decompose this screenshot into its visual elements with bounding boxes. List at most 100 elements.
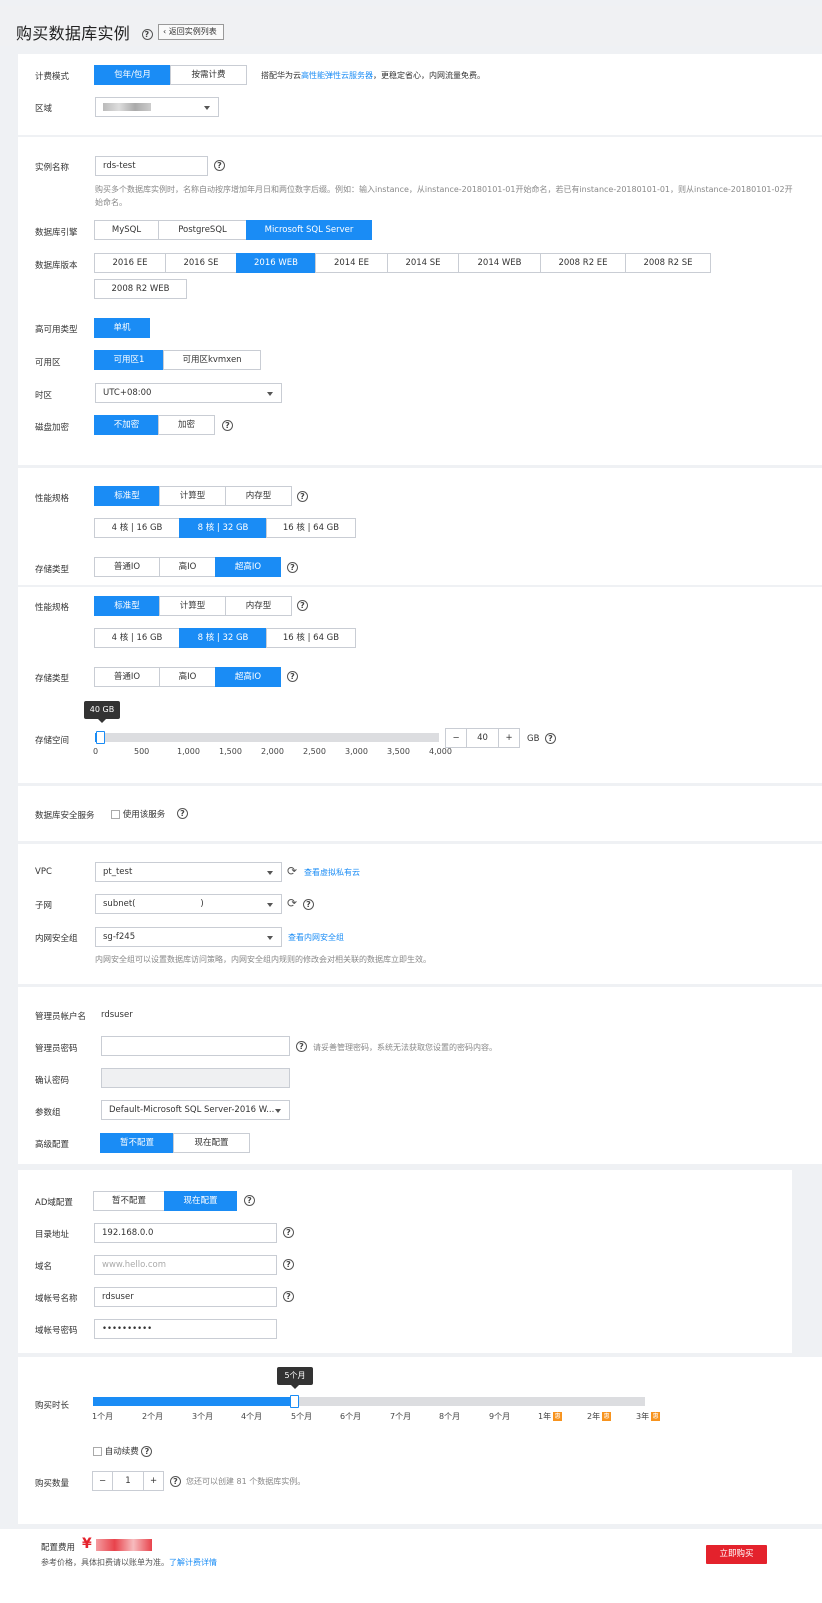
security-option[interactable]: 使用该服务	[111, 808, 165, 820]
storage-help-icon[interactable]: ?	[545, 733, 556, 744]
version-option[interactable]: 2008 R2 SE	[625, 253, 711, 273]
directory-input[interactable]: 192.168.0.0	[94, 1223, 277, 1243]
ha-option-single[interactable]: 单机	[94, 318, 150, 338]
version-option[interactable]: 2016 WEB	[236, 253, 316, 273]
ad-option-skip[interactable]: 暂不配置	[93, 1191, 165, 1211]
vpc-select[interactable]: pt_test	[95, 862, 282, 882]
quantity-increment-button[interactable]: +	[143, 1471, 164, 1491]
advanced-option-skip[interactable]: 暂不配置	[100, 1133, 174, 1153]
auto-renew-option[interactable]: 自动续费 ?	[93, 1445, 153, 1457]
az-option-1[interactable]: 可用区1	[94, 350, 164, 370]
password-input[interactable]	[101, 1036, 290, 1056]
storage-slider-handle[interactable]	[96, 731, 105, 744]
spec-size-option[interactable]: 8 核 | 32 GB	[179, 628, 267, 648]
version-option[interactable]: 2008 R2 WEB	[94, 279, 187, 299]
password-help-icon[interactable]: ?	[296, 1041, 307, 1052]
subnet-select[interactable]: subnet( )	[95, 894, 282, 914]
confirm-password-input[interactable]	[101, 1068, 290, 1088]
domain-user-help-icon[interactable]: ?	[283, 1291, 294, 1302]
billing-label: 计费模式	[35, 72, 70, 82]
storage-slider-track[interactable]	[95, 733, 439, 742]
domain-help-icon[interactable]: ?	[283, 1259, 294, 1270]
advanced-option-configure[interactable]: 现在配置	[173, 1133, 250, 1153]
az-selector: 可用区1 可用区kvmxen	[94, 350, 261, 370]
instance-name-input[interactable]: rds-test	[95, 156, 208, 176]
az-option-kvmxen[interactable]: 可用区kvmxen	[163, 350, 261, 370]
storage-type-option[interactable]: 高IO	[159, 557, 216, 577]
encryption-option-off[interactable]: 不加密	[94, 415, 159, 435]
storage-value-input[interactable]: 40	[466, 728, 499, 748]
domain-user-input[interactable]: rdsuser	[94, 1287, 277, 1307]
engine-option-mysql[interactable]: MySQL	[94, 220, 159, 240]
spec-size-option[interactable]: 16 核 | 64 GB	[266, 518, 356, 538]
storage-type-option[interactable]: 普通IO	[94, 557, 160, 577]
domain-password-label: 域帐号密码	[35, 1326, 78, 1336]
ad-help-icon[interactable]: ?	[244, 1195, 255, 1206]
spec-type-option[interactable]: 标准型	[94, 596, 160, 616]
ad-option-configure[interactable]: 现在配置	[164, 1191, 237, 1211]
version-option[interactable]: 2008 R2 EE	[540, 253, 626, 273]
region-select[interactable]	[95, 97, 219, 117]
spec-help-icon[interactable]: ?	[297, 600, 308, 611]
storage-type-help-icon[interactable]: ?	[287, 671, 298, 682]
storage-type-option[interactable]: 高IO	[159, 667, 216, 687]
domain-password-input[interactable]: ••••••••••	[94, 1319, 277, 1339]
storage-type-option[interactable]: 超高IO	[215, 667, 281, 687]
security-checkbox[interactable]	[111, 810, 120, 819]
refresh-icon[interactable]: ⟳	[287, 864, 297, 878]
quantity-help-icon[interactable]: ?	[170, 1476, 181, 1487]
version-option[interactable]: 2016 SE	[165, 253, 237, 273]
version-option[interactable]: 2014 SE	[387, 253, 459, 273]
duration-slider-fill	[93, 1397, 295, 1406]
spec-size-option[interactable]: 4 核 | 16 GB	[94, 628, 180, 648]
quantity-value-input[interactable]: 1	[112, 1471, 144, 1491]
spec-type-selector: 标准型 计算型 内存型	[94, 596, 292, 616]
directory-help-icon[interactable]: ?	[283, 1227, 294, 1238]
storage-type-option[interactable]: 超高IO	[215, 557, 281, 577]
instance-help-icon[interactable]: ?	[214, 160, 225, 171]
view-sg-link[interactable]: 查看内网安全组	[288, 931, 344, 944]
param-group-select[interactable]: Default-Microsoft SQL Server-2016 W...	[101, 1100, 290, 1120]
security-group-select[interactable]: sg-f245	[95, 927, 282, 947]
storage-decrement-button[interactable]: −	[445, 728, 467, 748]
help-icon[interactable]: ?	[141, 29, 153, 40]
subnet-help-icon[interactable]: ?	[303, 899, 314, 910]
billing-option-on-demand[interactable]: 按需计费	[170, 65, 247, 85]
spec-type-option[interactable]: 标准型	[94, 486, 160, 506]
view-vpc-link[interactable]: 查看虚拟私有云	[304, 866, 360, 879]
engine-option-sqlserver[interactable]: Microsoft SQL Server	[246, 220, 372, 240]
encryption-option-on[interactable]: 加密	[158, 415, 215, 435]
billing-option-yearly[interactable]: 包年/包月	[94, 65, 171, 85]
storage-type-option[interactable]: 普通IO	[94, 667, 160, 687]
spec-type-option[interactable]: 内存型	[225, 596, 292, 616]
domain-input[interactable]: www.hello.com	[94, 1255, 277, 1275]
encryption-help-icon[interactable]: ?	[222, 420, 233, 431]
version-option[interactable]: 2014 WEB	[458, 253, 541, 273]
spec-type-option[interactable]: 计算型	[159, 596, 226, 616]
buy-now-button[interactable]: 立即购买	[706, 1545, 767, 1564]
confirm-password-label: 确认密码	[35, 1076, 70, 1086]
version-option[interactable]: 2016 EE	[94, 253, 166, 273]
storage-type-label: 存储类型	[35, 565, 70, 575]
discount-badge-icon: 惠	[651, 1412, 661, 1421]
spec-type-option[interactable]: 计算型	[159, 486, 226, 506]
spec-type-option[interactable]: 内存型	[225, 486, 292, 506]
ecs-link[interactable]: 高性能弹性云服务器	[301, 71, 373, 80]
spec-help-icon[interactable]: ?	[297, 491, 308, 502]
security-help-icon[interactable]: ?	[177, 808, 188, 819]
storage-type-help-icon[interactable]: ?	[287, 562, 298, 573]
auto-renew-checkbox[interactable]	[93, 1447, 102, 1456]
auto-renew-help-icon[interactable]: ?	[141, 1446, 153, 1457]
refresh-icon[interactable]: ⟳	[287, 896, 297, 910]
spec-size-option[interactable]: 4 核 | 16 GB	[94, 518, 180, 538]
timezone-select[interactable]: UTC+08:00	[95, 383, 282, 403]
quantity-decrement-button[interactable]: −	[92, 1471, 113, 1491]
storage-increment-button[interactable]: +	[498, 728, 520, 748]
duration-slider-handle[interactable]	[290, 1395, 299, 1408]
version-option[interactable]: 2014 EE	[315, 253, 388, 273]
spec-size-option[interactable]: 16 核 | 64 GB	[266, 628, 356, 648]
billing-details-link[interactable]: 了解计费详情	[169, 1558, 217, 1567]
engine-option-postgresql[interactable]: PostgreSQL	[158, 220, 247, 240]
spec-size-option[interactable]: 8 核 | 32 GB	[179, 518, 267, 538]
back-to-list-button[interactable]: ‹ 返回实例列表	[158, 24, 224, 40]
